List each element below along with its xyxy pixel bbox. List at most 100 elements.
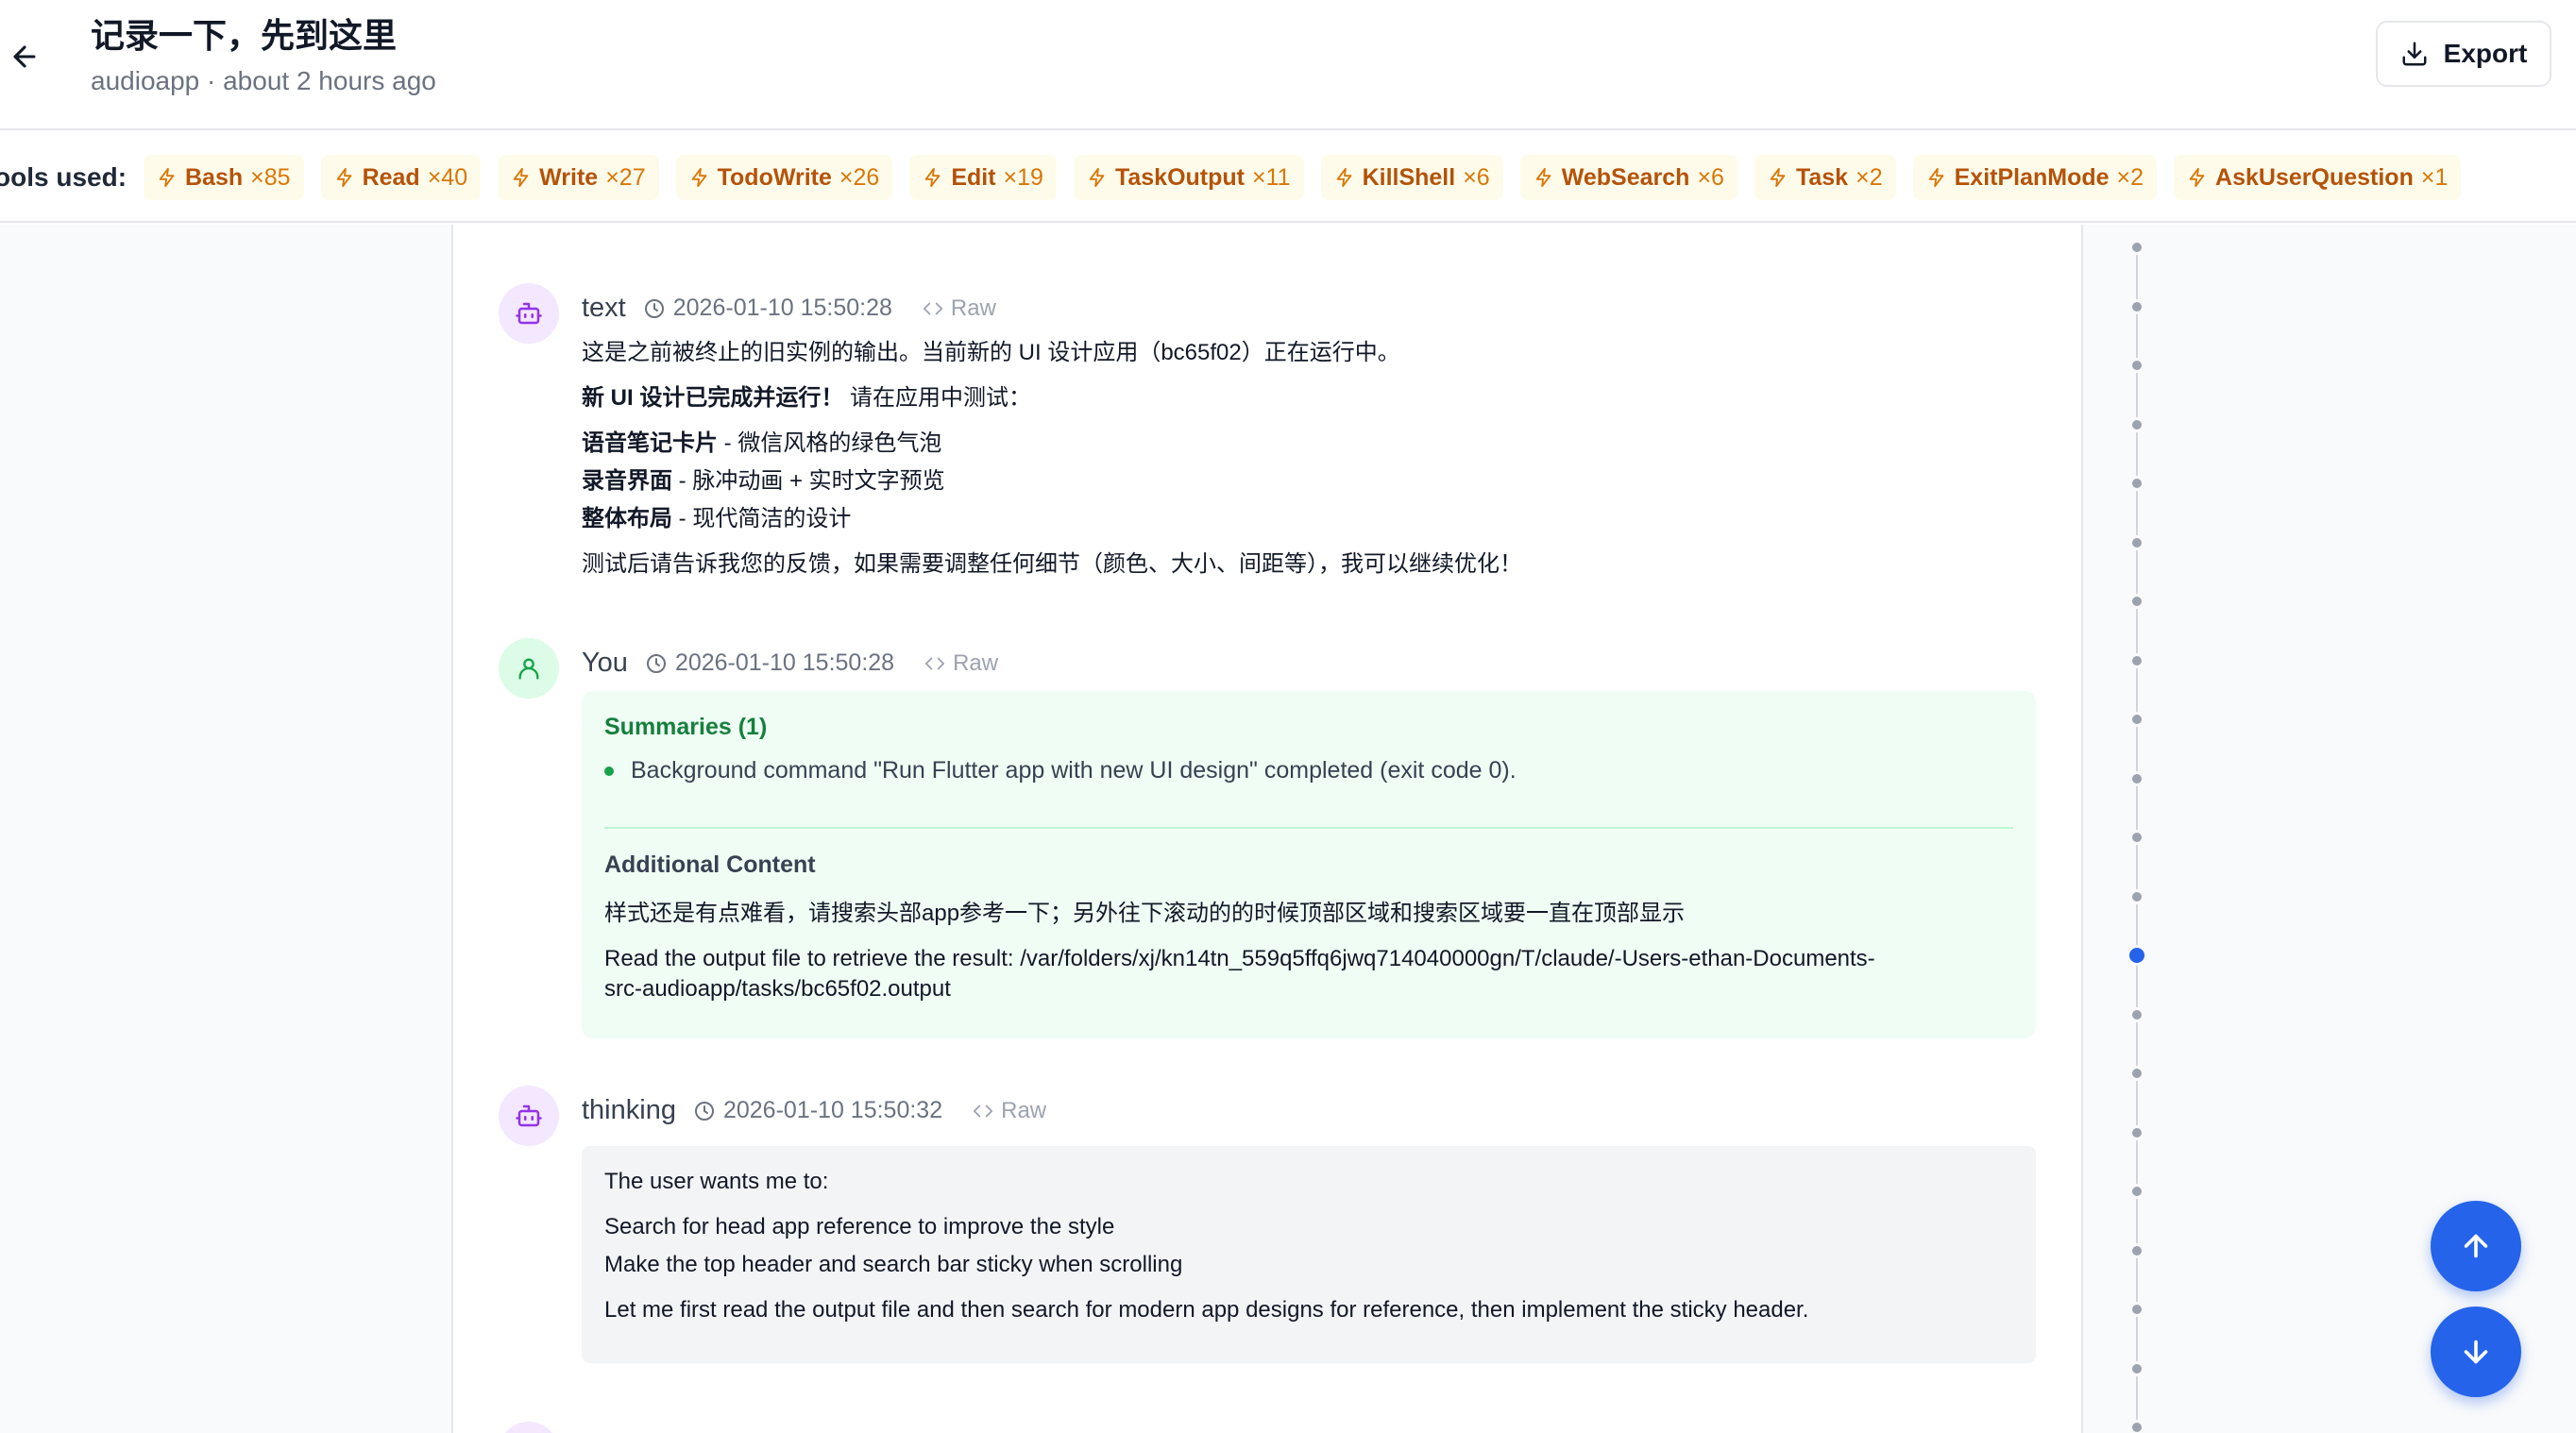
tool-name: ExitPlanMode — [1954, 163, 2110, 191]
timeline-dot[interactable] — [2129, 298, 2144, 314]
user-avatar — [499, 638, 559, 699]
message-role: thinking — [582, 1095, 676, 1125]
additional-content-line: src-audioapp/tasks/bc65f02.output — [604, 976, 951, 1002]
arrow-up-icon — [2464, 1234, 2488, 1258]
scroll-to-top-button[interactable] — [2431, 1201, 2521, 1291]
arrow-down-icon — [2464, 1340, 2488, 1364]
thinking-line: Let me first read the output file and th… — [604, 1297, 1809, 1323]
timeline-dot[interactable] — [2129, 770, 2144, 786]
tool-chip-read: Read ×40 — [320, 155, 482, 200]
tool-count: ×2 — [1856, 163, 1883, 191]
bold-text: 新 UI 设计已完成并运行！ — [582, 385, 844, 411]
user-icon — [518, 658, 539, 680]
timeline-dot[interactable] — [2129, 712, 2144, 727]
body-line: 录音界面 - 脉冲动画 + 实时文字预览 — [582, 468, 945, 494]
tool-chip-websearch: WebSearch ×6 — [1519, 155, 1737, 200]
bold-text: 整体布局 — [582, 506, 672, 531]
tool-chip-bash: Bash ×85 — [144, 155, 304, 200]
zap-icon — [513, 167, 529, 188]
tool-chip-task: Task ×2 — [1754, 155, 1896, 200]
tool-name: Task — [1795, 163, 1849, 191]
message-meta: text 2026-01-10 15:50:28 Raw — [582, 293, 996, 324]
timeline-dot[interactable] — [2129, 1006, 2144, 1022]
tool-count: ×6 — [1697, 163, 1724, 191]
bot-icon — [516, 1104, 542, 1127]
thinking-line: Make the top header and search bar stick… — [604, 1252, 1183, 1277]
message-timestamp: 2026-01-10 15:50:28 — [645, 649, 894, 677]
zap-icon — [1535, 167, 1551, 188]
summary-divider — [604, 827, 2013, 829]
timeline-dot[interactable] — [2129, 1360, 2144, 1376]
page-subtitle: audioapp · about 2 hours ago — [91, 66, 436, 95]
timeline-dot[interactable] — [2129, 534, 2144, 550]
raw-toggle[interactable]: Raw — [924, 650, 998, 677]
message-meta: thinking 2026-01-10 15:50:32 Raw — [582, 1095, 1046, 1126]
tool-chip-exitplanmode: ExitPlanMode ×2 — [1912, 155, 2158, 200]
timeline-dot[interactable] — [2129, 652, 2144, 668]
tool-name: Edit — [951, 163, 996, 191]
tools-used-bar: ools used: Bash ×85 Read ×40 Write ×27 TodoWri… — [0, 132, 2576, 223]
timeline-dot[interactable] — [2129, 1420, 2144, 1433]
zap-icon — [1336, 167, 1351, 188]
code-icon — [974, 1104, 993, 1117]
timeline-dot[interactable] — [2129, 594, 2144, 609]
zap-icon — [336, 167, 351, 188]
tool-count: ×85 — [250, 163, 291, 191]
tool-name: WebSearch — [1561, 163, 1690, 191]
zap-icon — [1770, 167, 1786, 188]
zap-icon — [691, 167, 706, 188]
message-body: 这是之前被终止的旧实例的输出。当前新的 UI 设计应用（bc65f02）正在运行… — [582, 334, 2036, 583]
code-icon — [923, 302, 942, 314]
left-gutter — [0, 225, 453, 1433]
tool-chip-list: Bash ×85 Read ×40 Write ×27 TodoWrite ×26 Edit ×1… — [144, 155, 2462, 200]
tool-chip-killshell: KillShell ×6 — [1320, 155, 1503, 200]
timeline-dot[interactable] — [2129, 416, 2144, 432]
timeline-dot[interactable] — [2129, 476, 2144, 491]
summaries-title: Summaries (1) — [604, 714, 768, 740]
message-meta: You 2026-01-10 15:50:28 Raw — [582, 648, 998, 679]
status-dot — [604, 766, 614, 776]
timeline-dot[interactable] — [2129, 1302, 2144, 1317]
summary-box: Summaries (1) Background command "Run Fl… — [582, 691, 2036, 1038]
raw-toggle[interactable]: Raw — [923, 295, 996, 322]
clock-icon — [646, 653, 666, 673]
export-label: Export — [2443, 39, 2528, 68]
timeline-dot[interactable] — [2129, 1124, 2144, 1140]
body-line: 新 UI 设计已完成并运行！ 请在应用中测试： — [582, 385, 1032, 411]
bot-icon — [516, 302, 542, 325]
timeline-dot[interactable] — [2129, 358, 2144, 373]
tool-count: ×26 — [839, 163, 880, 191]
raw-toggle[interactable]: Raw — [973, 1098, 1046, 1124]
scroll-to-bottom-button[interactable] — [2431, 1307, 2521, 1397]
tool-name: Bash — [185, 163, 244, 191]
timeline-dot[interactable] — [2129, 1184, 2144, 1199]
tool-name: AskUserQuestion — [2215, 163, 2414, 191]
summary-item: Background command "Run Flutter app with… — [604, 757, 1517, 784]
tool-chip-taskoutput: TaskOutput ×11 — [1073, 155, 1304, 200]
tool-name: Write — [539, 163, 599, 191]
body-line: 语音笔记卡片 - 微信风格的绿色气泡 — [582, 430, 942, 456]
arrow-left-icon — [13, 45, 36, 68]
tool-chip-todowrite: TodoWrite ×26 — [675, 155, 893, 200]
zap-icon — [1089, 167, 1105, 188]
zap-icon — [159, 167, 175, 188]
back-button[interactable] — [4, 36, 45, 77]
timeline-dot[interactable] — [2129, 1242, 2144, 1258]
zap-icon — [2189, 167, 2205, 188]
message-role: text — [582, 293, 626, 323]
additional-content-title: Additional Content — [604, 851, 816, 878]
message-role: You — [582, 648, 628, 678]
tool-chip-askuserquestion: AskUserQuestion ×1 — [2174, 155, 2462, 200]
timeline-dot[interactable] — [2129, 240, 2144, 255]
thinking-box: The user wants me to: Search for head ap… — [582, 1146, 2036, 1363]
bot-avatar — [499, 1422, 559, 1433]
timeline-dot[interactable] — [2129, 1066, 2144, 1081]
thinking-line: The user wants me to: — [604, 1169, 829, 1194]
tools-used-label: ools used: — [0, 162, 127, 192]
timeline-dot[interactable] — [2129, 888, 2144, 904]
additional-content-line: Read the output file to retrieve the res… — [604, 946, 1875, 971]
timeline-dot[interactable] — [2129, 830, 2144, 845]
export-button[interactable]: Export — [2376, 21, 2551, 87]
tool-count: ×40 — [427, 163, 468, 191]
timeline-dot-active[interactable] — [2127, 945, 2147, 966]
